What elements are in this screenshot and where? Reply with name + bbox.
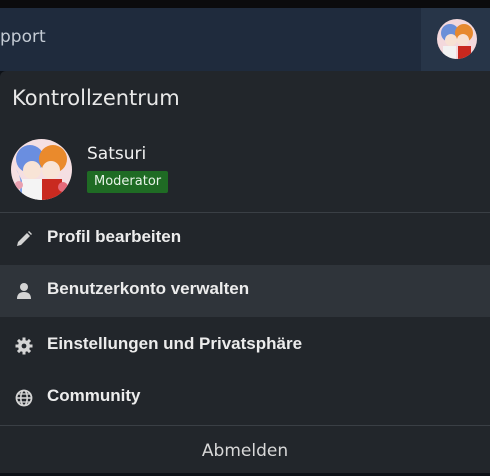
nav-support-link[interactable]: pport	[0, 27, 46, 47]
menu-item-label: Einstellungen und Privatsphäre	[47, 334, 303, 353]
logout-button[interactable]: Abmelden	[0, 426, 490, 473]
profile-avatar[interactable]	[11, 139, 72, 200]
user-avatar-icon	[437, 19, 477, 59]
user-icon	[15, 282, 33, 300]
menu-item-label: Benutzerkonto verwalten	[47, 279, 250, 298]
menu-item-community[interactable]: Community	[0, 372, 490, 424]
menu-item-manage-account[interactable]: Benutzerkonto verwalten	[0, 265, 490, 317]
panel-title: Kontrollzentrum	[12, 86, 180, 110]
control-center-dropdown: Kontrollzentrum Satsuri Moderator Profil…	[0, 71, 490, 473]
menu-item-edit-profile[interactable]: Profil bearbeiten	[0, 213, 490, 265]
gear-icon	[15, 337, 33, 355]
pencil-icon	[15, 230, 33, 248]
menu-item-label: Profil bearbeiten	[47, 227, 182, 246]
top-navbar: pport	[0, 8, 490, 71]
user-menu-button[interactable]	[421, 8, 490, 71]
username[interactable]: Satsuri	[87, 144, 146, 164]
globe-icon	[15, 389, 33, 407]
role-badge: Moderator	[87, 171, 169, 193]
window-top-strip	[0, 0, 490, 8]
menu-item-settings-privacy[interactable]: Einstellungen und Privatsphäre	[0, 320, 490, 372]
user-summary: Satsuri Moderator	[0, 137, 490, 213]
menu-item-label: Community	[47, 386, 141, 405]
